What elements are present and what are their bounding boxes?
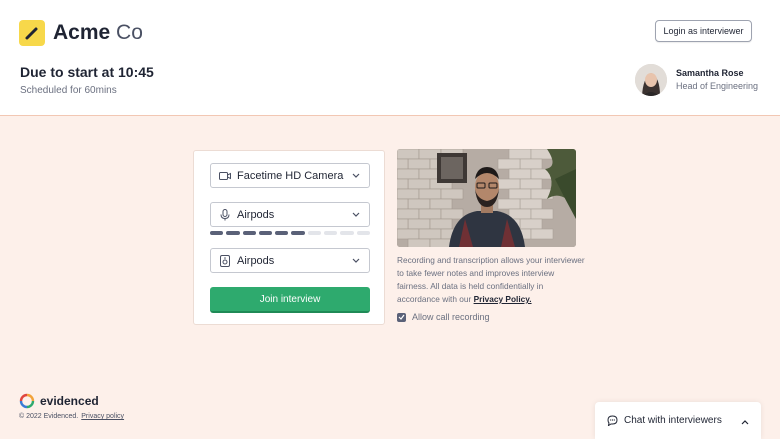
copyright-text: © 2022 Evidenced.	[19, 413, 79, 420]
video-preview	[397, 149, 576, 247]
chat-label: Chat with interviewers	[624, 415, 722, 426]
microphone-select-value: Airpods	[237, 208, 275, 221]
avatar	[635, 64, 667, 96]
meeting-duration: Scheduled for 60mins	[20, 85, 117, 96]
evidenced-brand-name: evidenced	[40, 394, 99, 408]
chevron-down-icon	[351, 212, 361, 217]
device-settings-card: Facetime HD Camera Airpods Airpods Join …	[193, 150, 385, 325]
speaker-select[interactable]: Airpods	[210, 248, 370, 273]
company-name: Acme Co	[53, 21, 143, 44]
camera-icon	[219, 170, 231, 182]
mic-level-segment	[356, 231, 370, 235]
speaker-icon	[219, 254, 231, 267]
evidenced-logo-icon	[19, 393, 35, 409]
mic-level-segment	[291, 231, 305, 235]
recording-note: Recording and transcription allows your …	[397, 254, 585, 306]
evidenced-logo: evidenced	[19, 393, 99, 409]
allow-recording-label: Allow call recording	[412, 312, 490, 322]
footer-copyright: © 2022 Evidenced. Privacy policy	[19, 413, 124, 420]
camera-select-value: Facetime HD Camera	[237, 169, 344, 182]
mic-level-segment	[324, 231, 338, 235]
join-interview-button[interactable]: Join interview	[210, 287, 370, 313]
chevron-up-icon	[741, 412, 749, 430]
meeting-title: Due to start at 10:45	[20, 64, 154, 80]
speaker-select-value: Airpods	[237, 254, 275, 267]
interviewer-role: Head of Engineering	[676, 81, 759, 91]
allow-recording-row: Allow call recording	[397, 312, 490, 322]
chat-with-interviewers-button[interactable]: Chat with interviewers	[595, 402, 761, 439]
company-logo: Acme Co	[19, 20, 143, 46]
mic-level-segment	[275, 231, 289, 235]
header: Acme Co Login as interviewer Due to star…	[0, 0, 780, 116]
chevron-down-icon	[351, 173, 361, 178]
microphone-level-meter	[210, 231, 370, 236]
mic-level-segment	[210, 231, 224, 235]
mic-level-segment	[258, 231, 273, 235]
interviewer-name: Samantha Rose	[676, 68, 744, 78]
camera-select[interactable]: Facetime HD Camera	[210, 163, 370, 188]
pencil-icon	[19, 20, 45, 46]
microphone-icon	[219, 208, 231, 221]
chat-bubble-icon	[607, 415, 618, 426]
chevron-down-icon	[351, 258, 361, 263]
privacy-policy-link[interactable]: Privacy Policy.	[474, 294, 532, 304]
mic-level-segment	[307, 231, 322, 235]
privacy-policy-footer-link[interactable]: Privacy policy	[81, 413, 124, 420]
mic-level-segment	[226, 231, 240, 235]
mic-level-segment	[340, 231, 354, 235]
login-as-interviewer-button[interactable]: Login as interviewer	[655, 20, 752, 42]
allow-recording-checkbox[interactable]	[397, 312, 406, 322]
microphone-select[interactable]: Airpods	[210, 202, 370, 227]
mic-level-segment	[242, 231, 256, 235]
